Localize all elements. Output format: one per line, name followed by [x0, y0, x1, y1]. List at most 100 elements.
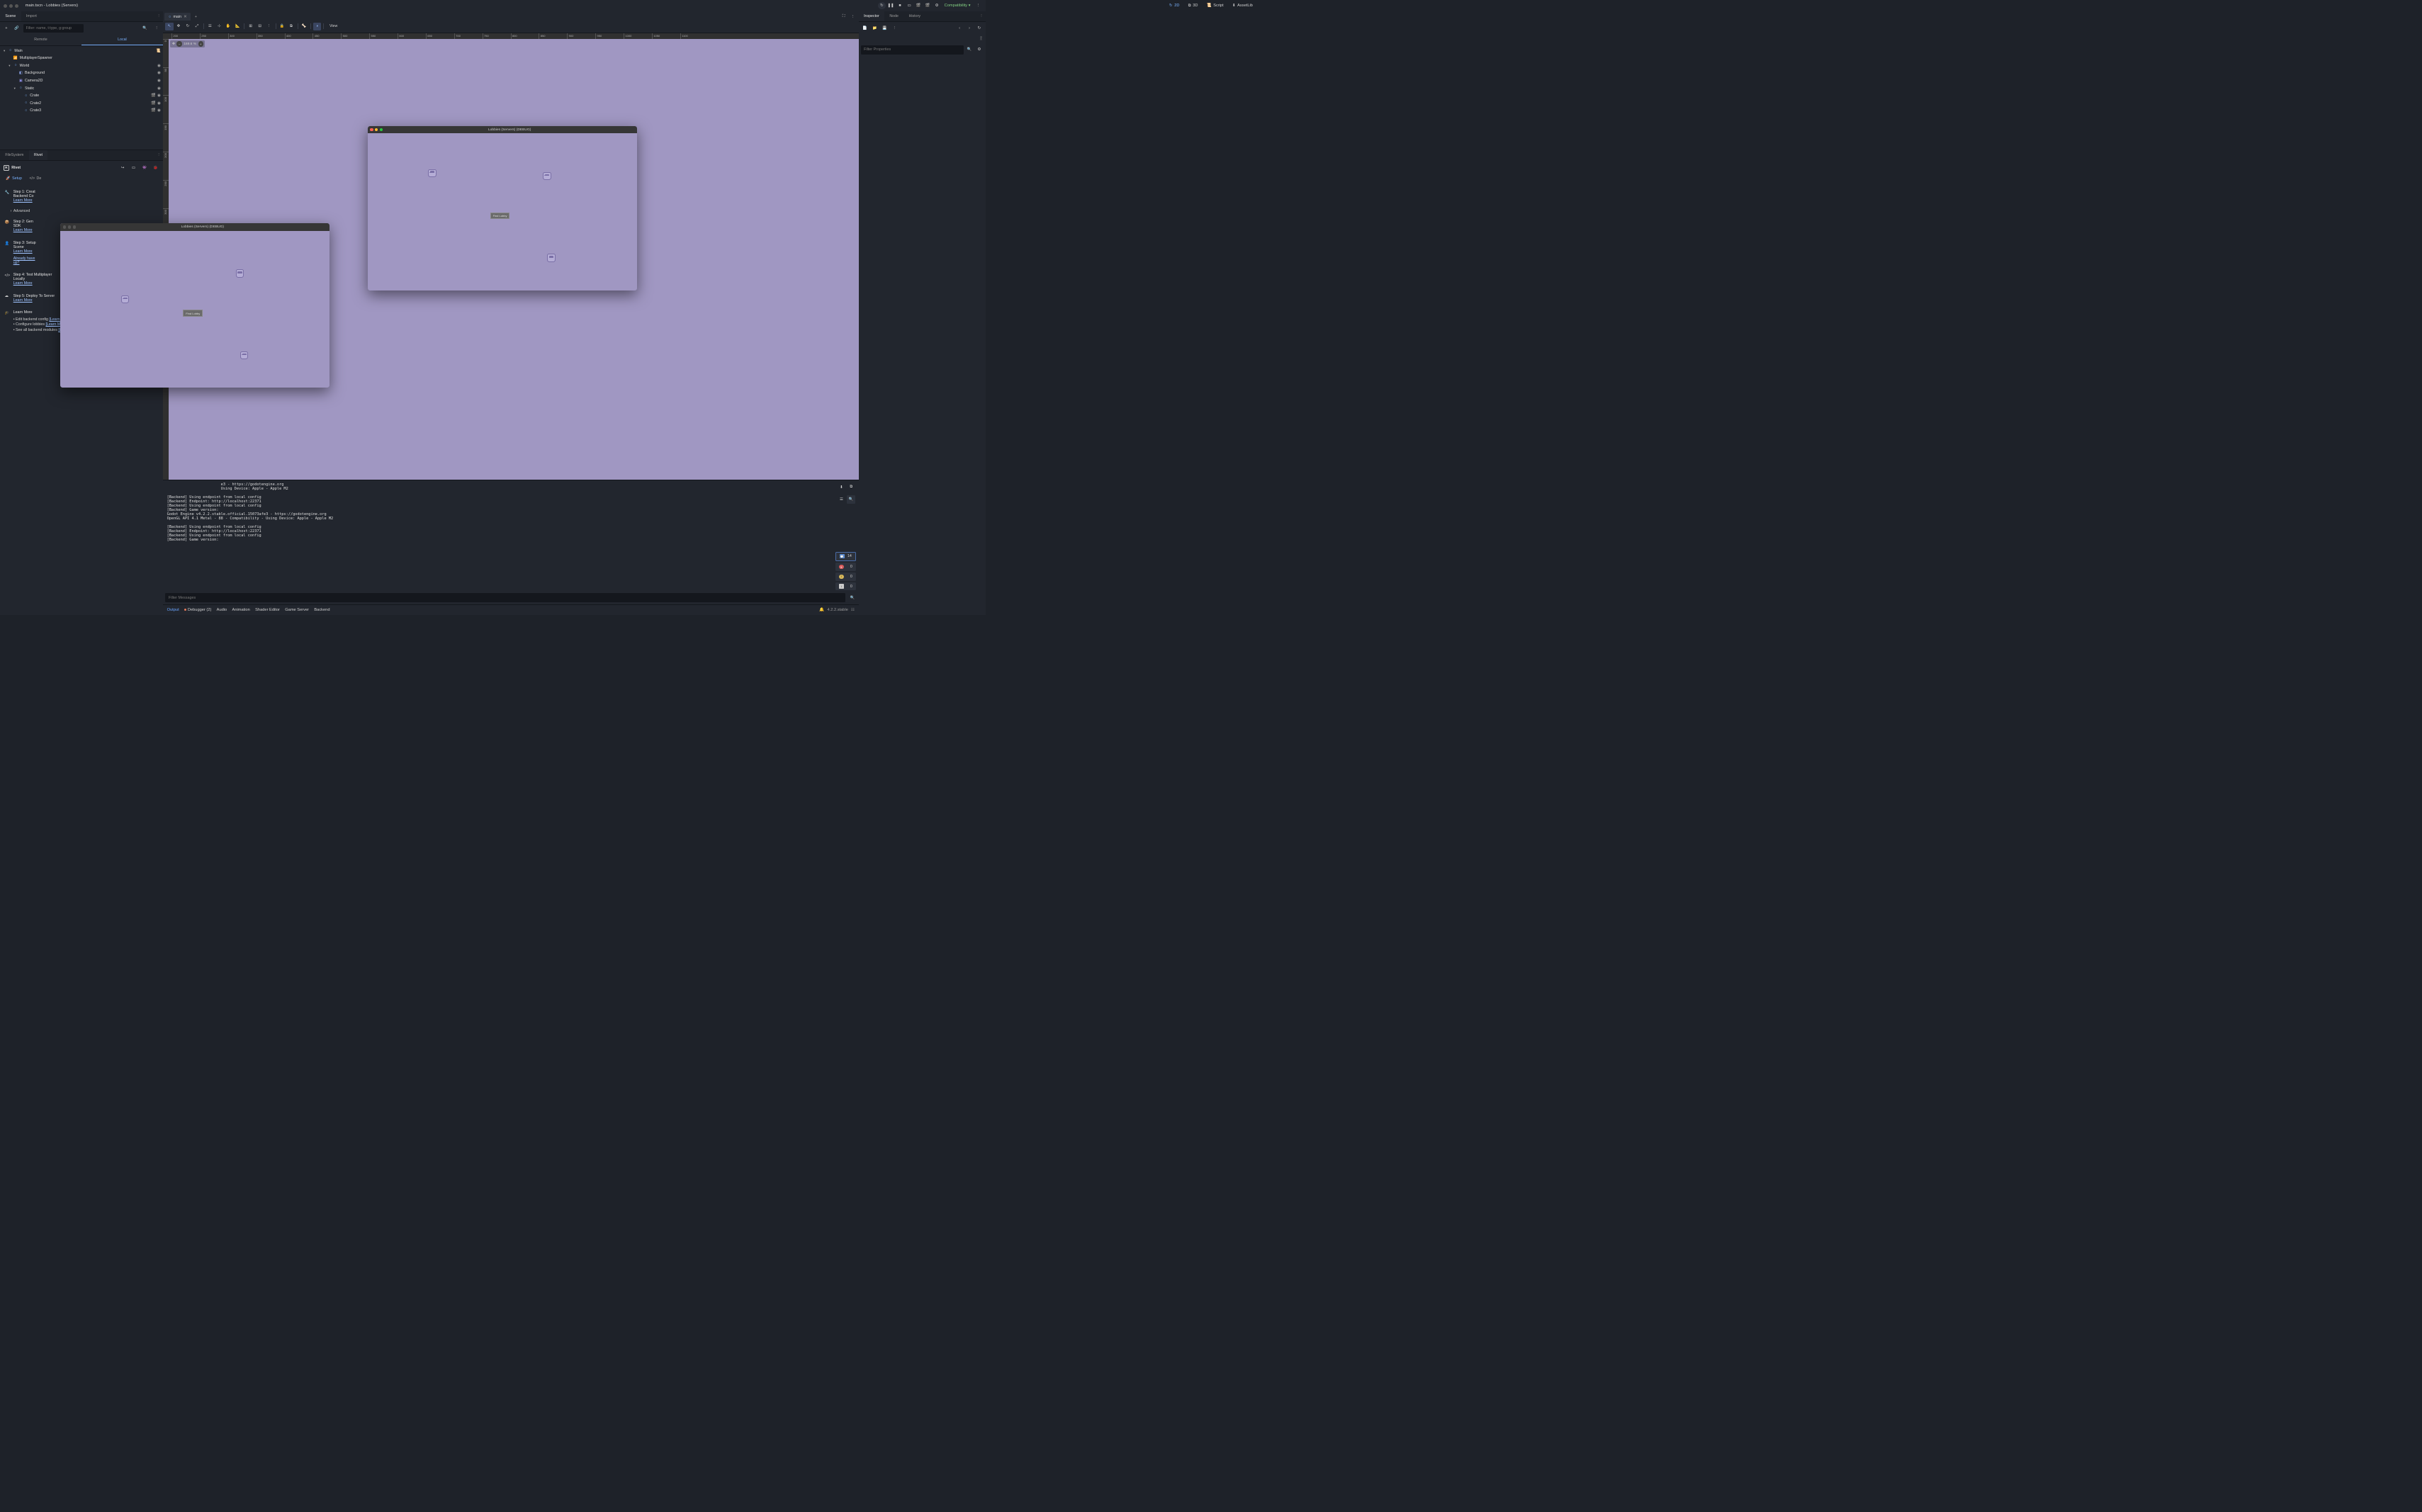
visibility-icon[interactable]: ◉ [157, 101, 161, 106]
maximize-window-button[interactable] [15, 4, 18, 8]
dw1-close-button[interactable] [370, 128, 373, 131]
overlay-toggle[interactable]: ◑ [313, 23, 321, 30]
history-back-button[interactable]: ‹ [955, 25, 963, 33]
distraction-free-button[interactable]: ⛶ [840, 13, 847, 21]
zoom-drag-icon[interactable]: ✥ [172, 42, 175, 46]
movie-mode-button[interactable]: 🎬 [914, 1, 922, 9]
scene-tabs-menu[interactable]: ⋮ [849, 13, 857, 21]
setup-tab[interactable]: 🚀Setup [4, 175, 24, 183]
visibility-icon[interactable]: ◉ [157, 71, 161, 75]
output-search-icon[interactable]: 🔍 [848, 594, 856, 602]
node-tab[interactable]: Node [884, 11, 903, 21]
list-select-tool[interactable]: ☰ [205, 23, 213, 30]
animation-tab[interactable]: Animation [232, 608, 250, 612]
2d-view-button[interactable]: ↻2D [1166, 1, 1183, 10]
already-up-link[interactable]: up? [13, 261, 20, 265]
scene-tab[interactable]: Scene [0, 11, 21, 21]
inspector-panel-menu[interactable]: ⋮ [977, 11, 986, 21]
find-lobby-button[interactable]: Find Lobby [183, 310, 203, 316]
zoom-in-button[interactable]: + [198, 41, 203, 46]
info-counter[interactable]: i0 [835, 582, 855, 590]
minimize-window-button[interactable] [9, 4, 13, 8]
bone-button[interactable]: 🦴 [300, 23, 308, 30]
local-subtab[interactable]: Local [81, 35, 163, 45]
shader-editor-tab[interactable]: Shader Editor [255, 608, 280, 612]
pause-button[interactable]: ❚❚ [886, 1, 894, 9]
group-button[interactable]: ⧉ [287, 23, 295, 30]
rivet-signout-button[interactable]: ↪ [118, 164, 126, 172]
layout-icon[interactable]: ☷ [851, 608, 855, 612]
debug-window-1[interactable]: Lobbies (Servers) (DEBUG) Find Lobby [368, 126, 637, 290]
tree-node-world[interactable]: ▾ ○ World ◉ [0, 62, 163, 70]
step3-learn-more-link[interactable]: Learn More [13, 249, 33, 254]
backend-tab[interactable]: Backend [314, 608, 329, 612]
dw1-min-button[interactable] [375, 128, 378, 131]
tree-node-background[interactable]: ◧ Background ◉ [0, 69, 163, 77]
play-custom-button[interactable]: ⚙ [933, 1, 940, 9]
output-search-button[interactable]: 🔍 [847, 495, 855, 503]
stop-button[interactable]: ■ [896, 1, 903, 9]
script-view-button[interactable]: 📜Script [1203, 1, 1227, 10]
instance-child-button[interactable]: 🔗 [13, 24, 21, 32]
tree-node-multiplayerspawner[interactable]: 📶 MultiplayerSpawner [0, 55, 163, 62]
debugger-tab[interactable]: Debugger (2) [184, 608, 211, 612]
game-server-tab[interactable]: Game Server [285, 608, 309, 612]
move-tool[interactable]: ✥ [174, 23, 182, 30]
notification-bell-icon[interactable]: 🔔 [819, 608, 824, 612]
rivet-bug-button[interactable]: 🐞 [152, 164, 159, 172]
3d-view-button[interactable]: ⧉3D [1185, 1, 1202, 10]
audio-tab[interactable]: Audio [217, 608, 227, 612]
errors-counter[interactable]: ✕0 [835, 563, 855, 570]
scene-panel-menu[interactable]: ⋮ [154, 11, 163, 21]
dw2-close-button[interactable] [63, 225, 66, 228]
tree-node-camera2d[interactable]: ▣ Camera2D ◉ [0, 77, 163, 85]
history-reload-button[interactable]: ↻ [975, 25, 983, 33]
select-tool[interactable]: ↖ [165, 23, 173, 30]
output-copy-button[interactable]: ⧉ [847, 483, 855, 491]
scene-filter-menu[interactable]: ⋮ [152, 24, 160, 32]
history-tab[interactable]: History [903, 11, 925, 21]
visibility-icon[interactable]: ◉ [157, 79, 161, 83]
view-menu-button[interactable]: View [326, 23, 341, 30]
play-scene-button[interactable]: 🎬 [923, 1, 931, 9]
tree-caret-icon[interactable]: ▾ [2, 49, 6, 53]
visibility-icon[interactable]: ◉ [157, 64, 161, 68]
script-icon[interactable]: 📜 [156, 49, 161, 53]
output-tab[interactable]: Output [167, 608, 179, 612]
menu-dots-button[interactable]: ⋮ [974, 1, 982, 9]
new-tab-button[interactable]: + [192, 13, 200, 21]
new-resource-button[interactable]: 📄 [861, 25, 869, 33]
fs-panel-menu[interactable]: ⋮ [154, 150, 163, 160]
develop-tab[interactable]: </>De [27, 175, 43, 183]
step2-learn-more-link[interactable]: Learn More [13, 228, 33, 232]
output-toggle-button[interactable]: ☰ [838, 495, 845, 503]
instance-icon[interactable]: 🎬 [151, 108, 156, 113]
filesystem-tab[interactable]: FileSystem [0, 150, 29, 160]
filter-settings-button[interactable]: ⚙ [975, 46, 983, 54]
remote-debug-button[interactable]: ▭ [905, 1, 913, 9]
properties-filter-input[interactable] [861, 45, 964, 55]
ruler-tool[interactable]: 📐 [234, 23, 242, 30]
load-resource-button[interactable]: 📁 [871, 25, 879, 33]
zoom-value[interactable]: 169.6 % [184, 43, 196, 46]
warnings-counter[interactable]: !0 [835, 572, 855, 580]
history-forward-button[interactable]: › [965, 25, 973, 33]
pivot-tool[interactable]: ⊹ [215, 23, 223, 30]
grid-toggle[interactable]: ⊟ [256, 23, 264, 30]
add-node-button[interactable]: + [2, 24, 10, 32]
instance-icon[interactable]: 🎬 [151, 101, 156, 106]
close-window-button[interactable] [4, 4, 7, 8]
tree-node-crate[interactable]: ○ Crate 🎬 ◉ [0, 92, 163, 100]
doc-button[interactable]: doc [979, 35, 984, 41]
pan-tool[interactable]: ✋ [225, 23, 232, 30]
rivet-docs-button[interactable]: ▭ [130, 164, 137, 172]
zoom-out-button[interactable]: − [176, 41, 181, 46]
advanced-toggle[interactable]: › Advanced [0, 207, 163, 216]
save-resource-button[interactable]: 💾 [881, 25, 889, 33]
reload-button[interactable]: ↻ [878, 2, 886, 10]
step5-learn-more-link[interactable]: Learn More [13, 298, 33, 303]
lock-button[interactable]: 🔒 [278, 23, 286, 30]
tree-node-static[interactable]: ▾ ○ Static ◉ [0, 84, 163, 92]
main-scene-tab[interactable]: ○ main ✕ [164, 13, 191, 21]
rivet-tab[interactable]: Rivet [29, 150, 48, 160]
